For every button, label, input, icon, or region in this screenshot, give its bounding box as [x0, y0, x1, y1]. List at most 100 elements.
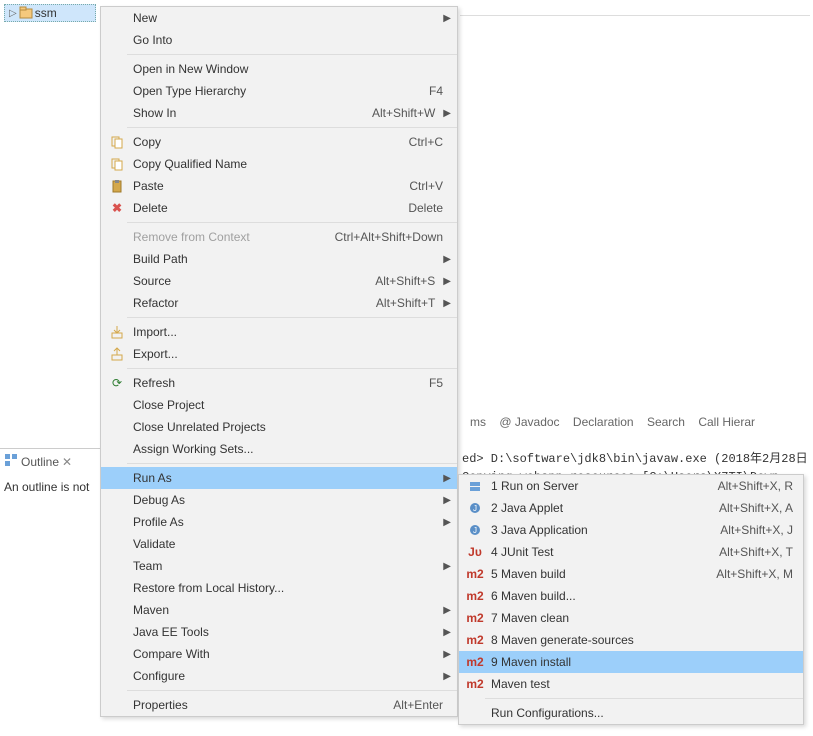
menu-item-label: Assign Working Sets...	[127, 442, 443, 456]
menu-item-source[interactable]: SourceAlt+Shift+S▶	[101, 270, 457, 292]
submenu-item-shortcut: Alt+Shift+X, M	[716, 567, 797, 581]
submenu-item-maven-test[interactable]: m2Maven test	[459, 673, 803, 695]
menu-item-label: Team	[127, 559, 435, 573]
menu-item-new[interactable]: New▶	[101, 7, 457, 29]
menu-item-remove-from-context: Remove from ContextCtrl+Alt+Shift+Down	[101, 226, 457, 248]
submenu-arrow-icon: ▶	[439, 254, 451, 265]
outline-tab-label[interactable]: Outline	[21, 455, 59, 469]
submenu-arrow-icon: ▶	[439, 108, 451, 119]
menu-separator	[127, 463, 457, 464]
submenu-item-label: Run Configurations...	[485, 706, 797, 720]
menu-separator	[485, 698, 803, 699]
menu-item-validate[interactable]: Validate	[101, 533, 457, 555]
menu-item-label: Run As	[127, 471, 435, 485]
menu-item-profile-as[interactable]: Profile As ▶	[101, 511, 457, 533]
menu-item-run-as[interactable]: Run As ▶	[101, 467, 457, 489]
menu-item-shortcut: Alt+Shift+T	[376, 296, 439, 310]
menu-item-assign-working-sets[interactable]: Assign Working Sets...	[101, 438, 457, 460]
submenu-item-9-maven-install[interactable]: m29 Maven install	[459, 651, 803, 673]
menu-item-label: Source	[127, 274, 375, 288]
outline-message: An outline is not	[0, 474, 100, 500]
menu-item-shortcut: Ctrl+C	[409, 135, 447, 149]
menu-item-debug-as[interactable]: Debug As▶	[101, 489, 457, 511]
view-tab[interactable]: Search	[647, 415, 685, 429]
m2-icon: m2	[465, 567, 485, 581]
menu-item-refactor[interactable]: RefactorAlt+Shift+T▶	[101, 292, 457, 314]
menu-item-show-in[interactable]: Show InAlt+Shift+W▶	[101, 102, 457, 124]
menu-item-export[interactable]: Export...	[101, 343, 457, 365]
menu-item-build-path[interactable]: Build Path ▶	[101, 248, 457, 270]
menu-item-shortcut: F5	[429, 376, 447, 390]
submenu-item-shortcut: Alt+Shift+X, R	[718, 479, 797, 493]
menu-item-label: Copy	[127, 135, 409, 149]
tree-node-ssm[interactable]: ▷ ssm	[4, 4, 96, 22]
menu-item-maven[interactable]: Maven▶	[101, 599, 457, 621]
submenu-item-8-maven-generate-sources[interactable]: m28 Maven generate-sources	[459, 629, 803, 651]
menu-item-label: Delete	[127, 201, 408, 215]
paste-icon	[107, 179, 127, 193]
menu-item-label: Java EE Tools	[127, 625, 435, 639]
menu-item-compare-with[interactable]: Compare With▶	[101, 643, 457, 665]
menu-item-label: Export...	[127, 347, 443, 361]
menu-item-restore-from-local-history[interactable]: Restore from Local History...	[101, 577, 457, 599]
submenu-arrow-icon: ▶	[439, 473, 451, 484]
menu-item-copy[interactable]: CopyCtrl+C	[101, 131, 457, 153]
submenu-item-1-run-on-server[interactable]: 1 Run on ServerAlt+Shift+X, R	[459, 475, 803, 497]
menu-item-shortcut: Alt+Shift+W	[372, 106, 439, 120]
m2-icon: m2	[465, 677, 485, 691]
tree-node-label: ssm	[35, 6, 57, 20]
submenu-item-6-maven-build[interactable]: m26 Maven build...	[459, 585, 803, 607]
svg-text:J: J	[473, 526, 477, 535]
submenu-item-7-maven-clean[interactable]: m27 Maven clean	[459, 607, 803, 629]
menu-item-java-ee-tools[interactable]: Java EE Tools▶	[101, 621, 457, 643]
menu-item-team[interactable]: Team ▶	[101, 555, 457, 577]
menu-item-shortcut: Ctrl+Alt+Shift+Down	[335, 230, 447, 244]
menu-item-label: Debug As	[127, 493, 435, 507]
submenu-item-shortcut: Alt+Shift+X, A	[719, 501, 797, 515]
menu-separator	[127, 368, 457, 369]
menu-item-close-project[interactable]: Close Project	[101, 394, 457, 416]
menu-item-open-type-hierarchy[interactable]: Open Type HierarchyF4	[101, 80, 457, 102]
view-tab[interactable]: @ Javadoc	[499, 415, 559, 429]
menu-item-label: Open Type Hierarchy	[127, 84, 429, 98]
submenu-item-3-java-application[interactable]: J3 Java ApplicationAlt+Shift+X, J	[459, 519, 803, 541]
submenu-item-2-java-applet[interactable]: J2 Java AppletAlt+Shift+X, A	[459, 497, 803, 519]
java-icon: J	[465, 523, 485, 537]
menu-item-copy-qualified-name[interactable]: Copy Qualified Name	[101, 153, 457, 175]
submenu-item-4-junit-test[interactable]: Jᴜ4 JUnit TestAlt+Shift+X, T	[459, 541, 803, 563]
submenu-arrow-icon: ▶	[439, 276, 451, 287]
submenu-item-label: Maven test	[485, 677, 793, 691]
menu-item-configure[interactable]: Configure▶	[101, 665, 457, 687]
submenu-item-label: 8 Maven generate-sources	[485, 633, 793, 647]
menu-item-refresh[interactable]: ⟳RefreshF5	[101, 372, 457, 394]
server-icon	[465, 479, 485, 493]
menu-item-close-unrelated-projects[interactable]: Close Unrelated Projects	[101, 416, 457, 438]
menu-item-properties[interactable]: PropertiesAlt+Enter	[101, 694, 457, 716]
menu-item-label: Open in New Window	[127, 62, 443, 76]
menu-item-label: Refactor	[127, 296, 376, 310]
submenu-arrow-icon: ▶	[439, 671, 451, 682]
menu-item-label: Restore from Local History...	[127, 581, 443, 595]
delete-icon: ✖	[107, 201, 127, 215]
submenu-item-5-maven-build[interactable]: m25 Maven buildAlt+Shift+X, M	[459, 563, 803, 585]
submenu-arrow-icon: ▶	[439, 561, 451, 572]
view-tab[interactable]: Call Hierar	[698, 415, 755, 429]
menu-item-label: Build Path	[127, 252, 435, 266]
menu-item-open-in-new-window[interactable]: Open in New Window	[101, 58, 457, 80]
menu-item-paste[interactable]: PasteCtrl+V	[101, 175, 457, 197]
view-tab[interactable]: ms	[470, 415, 486, 429]
submenu-item-run-configurations[interactable]: Run Configurations...	[459, 702, 803, 724]
menu-item-import[interactable]: Import...	[101, 321, 457, 343]
submenu-arrow-icon: ▶	[439, 517, 451, 528]
menu-item-go-into[interactable]: Go Into	[101, 29, 457, 51]
submenu-item-shortcut: Alt+Shift+X, T	[719, 545, 797, 559]
view-tab[interactable]: Declaration	[573, 415, 634, 429]
close-icon[interactable]: ✕	[62, 455, 72, 469]
menu-item-label: Profile As	[127, 515, 435, 529]
m2-icon: m2	[465, 633, 485, 647]
menu-item-delete[interactable]: ✖DeleteDelete	[101, 197, 457, 219]
context-menu: New▶ Go Into Open in New Window Open Type H…	[100, 6, 458, 717]
menu-item-label: Go Into	[127, 33, 443, 47]
export-icon	[107, 347, 127, 361]
menu-item-label: Close Unrelated Projects	[127, 420, 443, 434]
